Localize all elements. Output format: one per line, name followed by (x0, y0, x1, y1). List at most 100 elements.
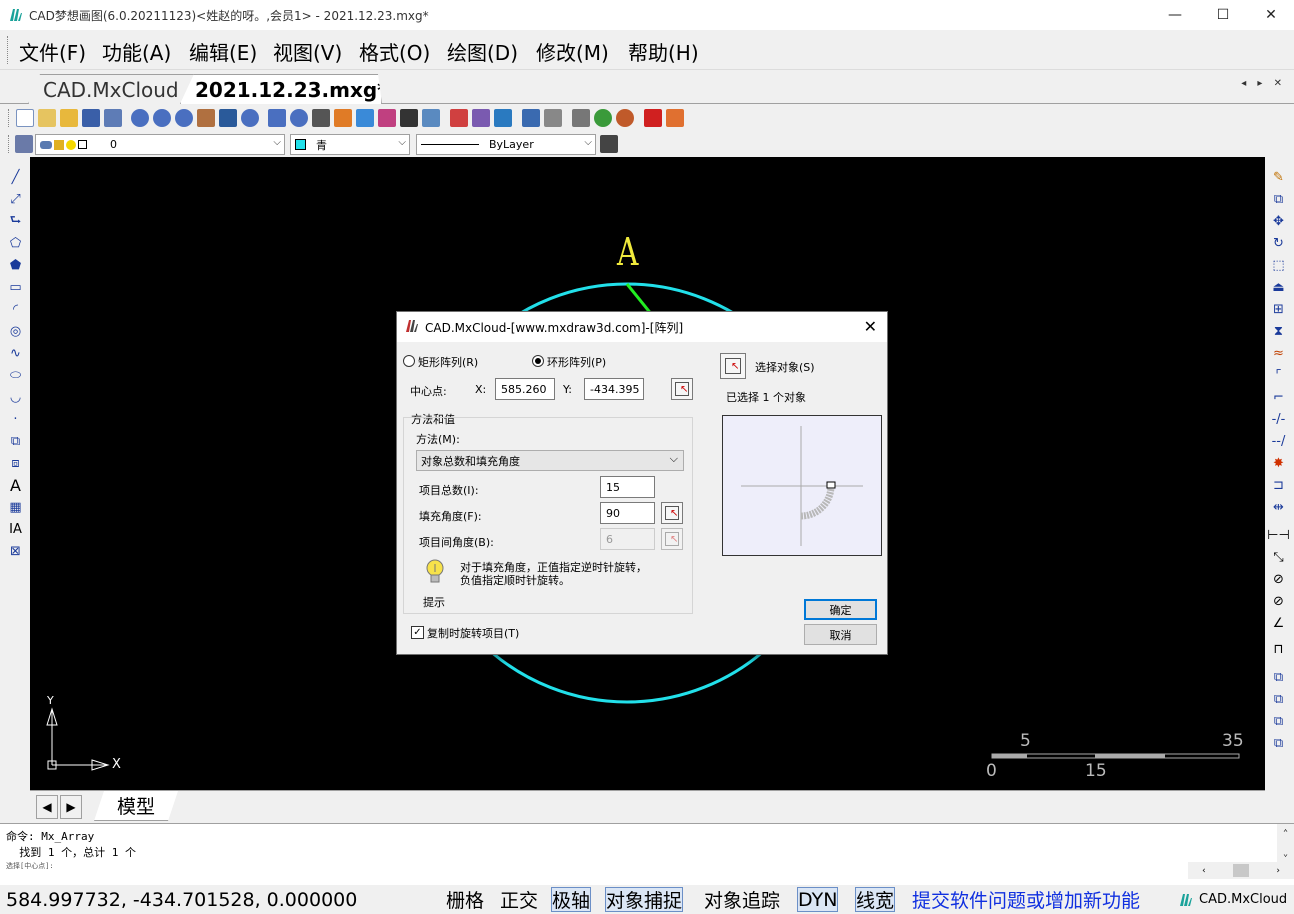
linetype-select[interactable]: ByLayer ⌵ (416, 134, 596, 155)
layers-icon[interactable] (378, 109, 396, 127)
hatch-icon[interactable]: ▦ (7, 499, 24, 516)
menu-file[interactable]: 文件(F) (19, 37, 86, 66)
toggle-lineweight[interactable]: 线宽 (855, 887, 896, 912)
color-select[interactable]: 青 ⌵ (290, 134, 410, 155)
chevron-down-icon[interactable]: ⌄ (1283, 849, 1288, 858)
fill-angle-input[interactable]: 90 (600, 502, 655, 524)
chevron-left-icon[interactable]: ‹ (1201, 866, 1206, 876)
menu-view[interactable]: 视图(V) (273, 37, 342, 66)
tab-model[interactable]: 模型 (94, 791, 178, 821)
pdf-export-icon[interactable] (644, 109, 662, 127)
save-as-icon[interactable] (104, 109, 122, 127)
tab-scroll-arrows[interactable]: ◂ ▸ ✕ (1241, 78, 1286, 89)
explode-icon[interactable]: ✸ (1270, 455, 1287, 472)
rotate-items-checkbox[interactable]: ✓ (411, 626, 424, 639)
center-x-input[interactable]: 585.260 (495, 378, 555, 400)
print-icon[interactable] (572, 109, 590, 127)
feedback-link[interactable]: 提交软件问题或增加新功能 (912, 887, 1140, 912)
xline-icon[interactable]: ⤢ (7, 191, 24, 208)
dim-continue-icon[interactable]: ⊓ (1270, 641, 1287, 658)
spline-icon[interactable]: ∿ (7, 345, 24, 362)
line-icon[interactable]: ╱ (7, 169, 24, 186)
method-select[interactable]: 对象总数和填充角度 ⌵ (416, 450, 684, 471)
ellipse-arc-icon[interactable]: ◡ (7, 389, 24, 406)
tab-drawing-file[interactable]: 2021.12.23.mxg* (180, 74, 382, 104)
image-export-icon[interactable] (666, 109, 684, 127)
pick-fill-angle-button[interactable]: ↖ (661, 502, 683, 524)
new-file-icon[interactable] (16, 109, 34, 127)
arc-icon[interactable]: ◜ (7, 301, 24, 318)
layer-manager-icon[interactable] (15, 135, 33, 153)
toggle-polar[interactable]: 极轴 (551, 887, 592, 912)
draworder-under-icon[interactable]: ⧉ (1270, 735, 1287, 752)
layout-next-button[interactable]: ▶ (60, 795, 82, 819)
move-cross-icon[interactable] (312, 109, 330, 127)
scale-icon[interactable]: ⬚ (1270, 257, 1287, 274)
extend-icon[interactable]: --/ (1270, 433, 1287, 450)
save-icon[interactable] (82, 109, 100, 127)
menu-edit[interactable]: 编辑(E) (189, 37, 257, 66)
move-icon[interactable]: ✥ (1270, 213, 1287, 230)
minimize-button[interactable]: — (1152, 0, 1198, 30)
trim-icon[interactable]: -/- (1270, 411, 1287, 428)
toggle-otrack[interactable]: 对象追踪 (704, 887, 780, 912)
close-button[interactable]: ✕ (1248, 0, 1294, 30)
draworder-front-icon[interactable]: ⧉ (1270, 669, 1287, 686)
draworder-above-icon[interactable]: ⧉ (1270, 713, 1287, 730)
rotate-icon[interactable]: ↻ (1270, 235, 1287, 252)
match-properties-icon[interactable] (400, 109, 418, 127)
dim-angular-icon[interactable]: ∠ (1270, 615, 1287, 632)
ok-button[interactable]: 确定 (804, 599, 877, 620)
zoom-window-icon[interactable] (153, 109, 171, 127)
fillet-icon[interactable]: ⌜ (1270, 367, 1287, 384)
rotate-items-label[interactable]: 复制时旋转项目(T) (427, 625, 519, 641)
dialog-close-icon[interactable]: ✕ (864, 317, 877, 336)
draworder-back-icon[interactable]: ⧉ (1270, 691, 1287, 708)
dim-diameter-icon[interactable]: ⊘ (1270, 593, 1287, 610)
break-icon[interactable]: ⊐ (1270, 477, 1287, 494)
palette-icon[interactable] (356, 109, 374, 127)
erase-icon[interactable]: ✎ (1270, 169, 1287, 186)
open-template-icon[interactable] (38, 109, 56, 127)
menu-format[interactable]: 格式(O) (359, 37, 430, 66)
center-y-input[interactable]: -434.395 (584, 378, 644, 400)
zoom-realtime-icon[interactable] (131, 109, 149, 127)
insert-block-icon[interactable]: ⧉ (7, 433, 24, 450)
redo-icon[interactable] (544, 109, 562, 127)
brush-icon[interactable] (472, 109, 490, 127)
layout-prev-button[interactable]: ◀ (36, 795, 58, 819)
pencil-icon[interactable] (334, 109, 352, 127)
pentagon-icon[interactable]: ⬟ (7, 257, 24, 274)
make-block-icon[interactable]: ⧈ (7, 455, 24, 472)
zoom-in-icon[interactable] (175, 109, 193, 127)
block-icon[interactable] (450, 109, 468, 127)
item-angle-input[interactable]: 6 (600, 528, 655, 550)
stretch-icon[interactable]: ≈ (1270, 345, 1287, 362)
dim-radius-icon[interactable]: ⊘ (1270, 571, 1287, 588)
polar-array-label[interactable]: 环形阵列(P) (547, 354, 606, 370)
command-window[interactable]: 命令: Mx_Array 找到 1 个，总计 1 个 选择[中心点]: ⌃ ⌄ ‹… (0, 823, 1294, 885)
print-preview-icon[interactable] (494, 109, 512, 127)
toggle-osnap[interactable]: 对象捕捉 (605, 887, 684, 912)
dim-linear-icon[interactable]: ⊢⊣ (1267, 527, 1290, 544)
rect-array-radio[interactable] (403, 355, 415, 367)
open-folder-icon[interactable] (60, 109, 78, 127)
select-objects-label[interactable]: 选择对象(S) (755, 359, 815, 375)
toggle-grid[interactable]: 栅格 (446, 887, 484, 912)
window-icon[interactable] (422, 109, 440, 127)
menu-help[interactable]: 帮助(H) (628, 37, 699, 66)
chevron-right-icon[interactable]: › (1275, 866, 1280, 876)
mirror-icon[interactable]: ⧗ (1270, 323, 1287, 340)
lineweight-icon[interactable] (600, 135, 618, 153)
polygon-icon[interactable]: ⬠ (7, 235, 24, 252)
menu-modify[interactable]: 修改(M) (536, 37, 609, 66)
ellipse-icon[interactable]: ⬭ (7, 367, 24, 384)
text-icon[interactable]: A (7, 476, 24, 495)
toggle-dyn[interactable]: DYN (797, 887, 839, 912)
dim-aligned-icon[interactable]: ⤡ (1270, 549, 1287, 566)
zoom-all-icon[interactable] (290, 109, 308, 127)
table-icon[interactable]: ⊠ (7, 543, 24, 560)
cloud-globe-icon[interactable] (616, 109, 634, 127)
chevron-up-icon[interactable]: ⌃ (1283, 828, 1288, 837)
zoom-previous-icon[interactable] (268, 109, 286, 127)
